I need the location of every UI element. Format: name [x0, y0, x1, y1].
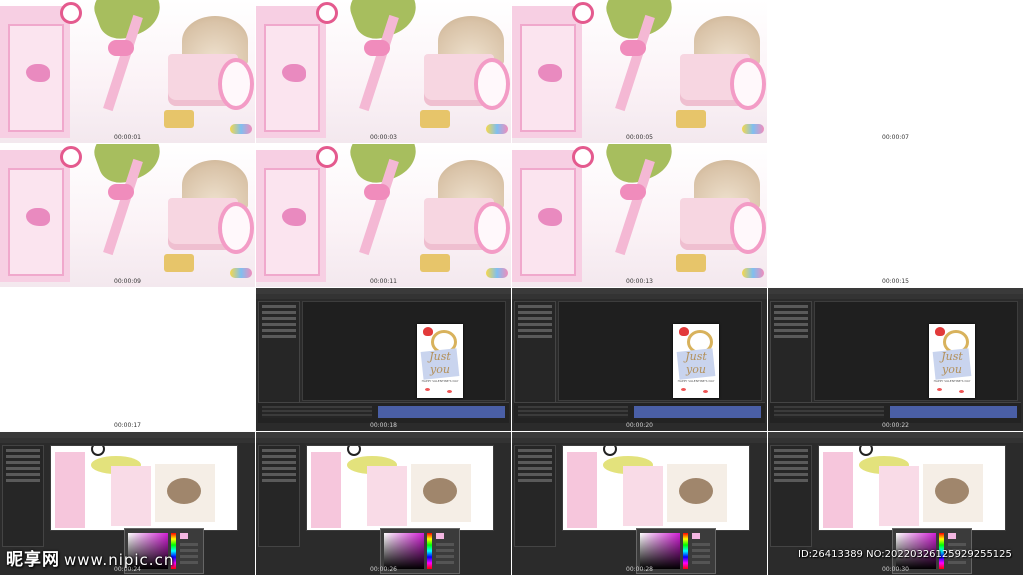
composition-viewer [50, 445, 238, 531]
frame-timestamp: 00:00:22 [882, 422, 909, 429]
editor-toolbar [768, 294, 1023, 299]
editor-toolbar [512, 294, 767, 299]
composition-viewer [818, 445, 1006, 531]
card-subtitle: HAPPY VALENTINE'S DAY [421, 379, 459, 383]
heart-icon [679, 327, 689, 336]
frame-timestamp: 00:00:13 [626, 278, 653, 285]
frame-timestamp: 00:00:26 [370, 566, 397, 573]
frame-thumbnail[interactable]: 00:00:09 [0, 144, 255, 287]
watermark-url: www.nipic.cn [64, 551, 175, 569]
image-id-line: ID:26413389 NO:20220326125929255125 [798, 549, 1012, 560]
project-panel [258, 301, 300, 403]
hue-slider[interactable] [427, 533, 432, 569]
composition-viewer: Just you HAPPY VALENTINE'S DAY [814, 301, 1018, 401]
card-script-text: Just you [685, 350, 707, 376]
project-panel [770, 301, 812, 403]
frame-timestamp: 00:00:03 [370, 134, 397, 141]
heart-icon [423, 327, 433, 336]
frame-thumbnail[interactable]: Just you HAPPY VALENTINE'S DAY 00:00:22 [768, 288, 1023, 431]
frame-thumbnail[interactable]: 00:00:15 [768, 144, 1023, 287]
project-panel [258, 445, 300, 547]
color-field[interactable] [384, 533, 424, 569]
greeting-card: Just you HAPPY VALENTINE'S DAY [417, 324, 463, 398]
project-panel [2, 445, 44, 547]
editor-toolbar [256, 294, 511, 299]
editor-toolbar [256, 438, 511, 443]
greeting-card: Just you HAPPY VALENTINE'S DAY [673, 324, 719, 398]
frame-timestamp: 00:00:11 [370, 278, 397, 285]
card-subtitle: HAPPY VALENTINE'S DAY [933, 379, 971, 383]
card-script-text: Just you [429, 350, 451, 376]
greeting-card: Just you HAPPY VALENTINE'S DAY [929, 324, 975, 398]
watermark-brand: 昵享网 [6, 550, 60, 570]
composition-viewer: Just you HAPPY VALENTINE'S DAY [558, 301, 762, 401]
frame-thumbnail[interactable]: 00:00:03 [256, 0, 511, 143]
editor-toolbar [768, 438, 1023, 443]
contact-sheet: 00:00:01 00:00:03 00:00:05 00:00:07 00:0… [0, 0, 1024, 576]
hue-slider[interactable] [683, 533, 688, 569]
project-panel [514, 445, 556, 547]
frame-timestamp: 00:00:18 [370, 422, 397, 429]
frame-thumbnail[interactable]: 00:00:26 [256, 432, 511, 575]
project-panel [770, 445, 812, 547]
color-field[interactable] [640, 533, 680, 569]
frame-timestamp: 00:00:17 [114, 422, 141, 429]
color-swatch [692, 533, 700, 539]
editor-toolbar [512, 438, 767, 443]
editor-toolbar [0, 438, 255, 443]
timeline-panel [770, 402, 1021, 423]
composition-viewer [306, 445, 494, 531]
frame-thumbnail[interactable]: 00:00:05 [512, 0, 767, 143]
frame-thumbnail[interactable]: 00:00:07 [768, 0, 1023, 143]
frame-timestamp: 00:00:05 [626, 134, 653, 141]
timeline-panel [258, 402, 509, 423]
watermark: 昵享网 www.nipic.cn [6, 545, 174, 570]
color-swatch [948, 533, 956, 539]
project-panel [514, 301, 556, 403]
card-subtitle: HAPPY VALENTINE'S DAY [677, 379, 715, 383]
frame-timestamp: 00:00:07 [882, 134, 909, 141]
card-script-text: Just you [941, 350, 963, 376]
frame-thumbnail[interactable]: 00:00:11 [256, 144, 511, 287]
frame-timestamp: 00:00:30 [882, 566, 909, 573]
frame-thumbnail[interactable]: Just you HAPPY VALENTINE'S DAY 00:00:18 [256, 288, 511, 431]
color-swatch [180, 533, 188, 539]
frame-thumbnail[interactable]: Just you HAPPY VALENTINE'S DAY 00:00:20 [512, 288, 767, 431]
frame-thumbnail[interactable]: 00:00:17 [0, 288, 255, 431]
heart-icon [935, 327, 945, 336]
frame-thumbnail[interactable]: 00:00:13 [512, 144, 767, 287]
frame-timestamp: 00:00:01 [114, 134, 141, 141]
frame-thumbnail[interactable]: 00:00:28 [512, 432, 767, 575]
frame-thumbnail[interactable]: 00:00:01 [0, 0, 255, 143]
composition-viewer [562, 445, 750, 531]
frame-timestamp: 00:00:20 [626, 422, 653, 429]
timeline-panel [514, 402, 765, 423]
frame-timestamp: 00:00:09 [114, 278, 141, 285]
composition-viewer: Just you HAPPY VALENTINE'S DAY [302, 301, 506, 401]
frame-timestamp: 00:00:15 [882, 278, 909, 285]
frame-timestamp: 00:00:28 [626, 566, 653, 573]
color-swatch [436, 533, 444, 539]
